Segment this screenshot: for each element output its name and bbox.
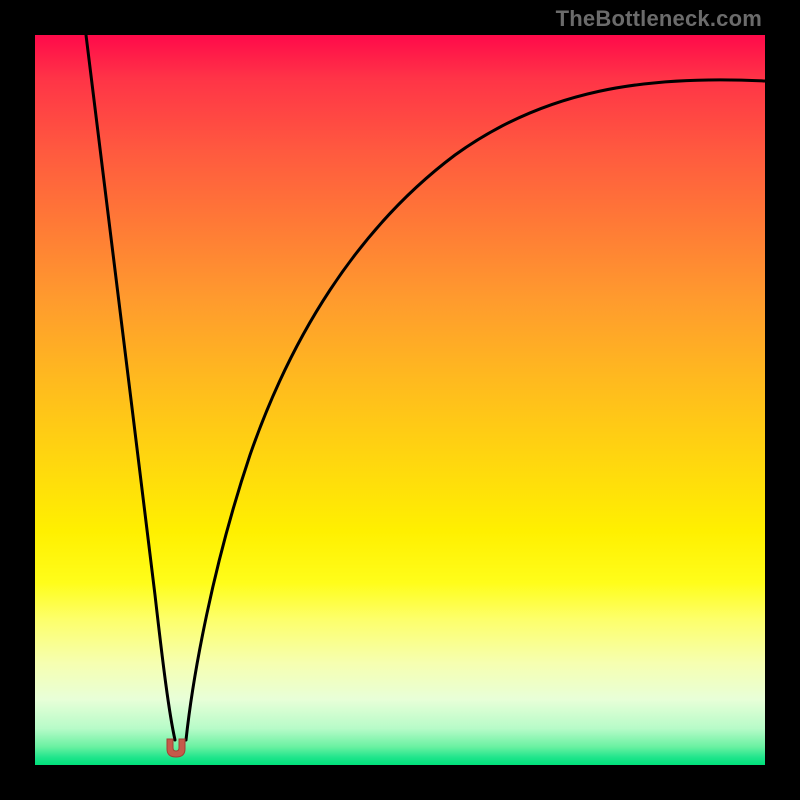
u-shape-icon [164,737,188,759]
curve-right-branch [186,80,765,740]
curve-left-branch [86,35,175,740]
attribution-text: TheBottleneck.com [556,6,762,32]
optimum-marker [164,737,188,759]
plot-area [35,35,765,765]
curve-overlay [35,35,765,765]
chart-frame: TheBottleneck.com [0,0,800,800]
